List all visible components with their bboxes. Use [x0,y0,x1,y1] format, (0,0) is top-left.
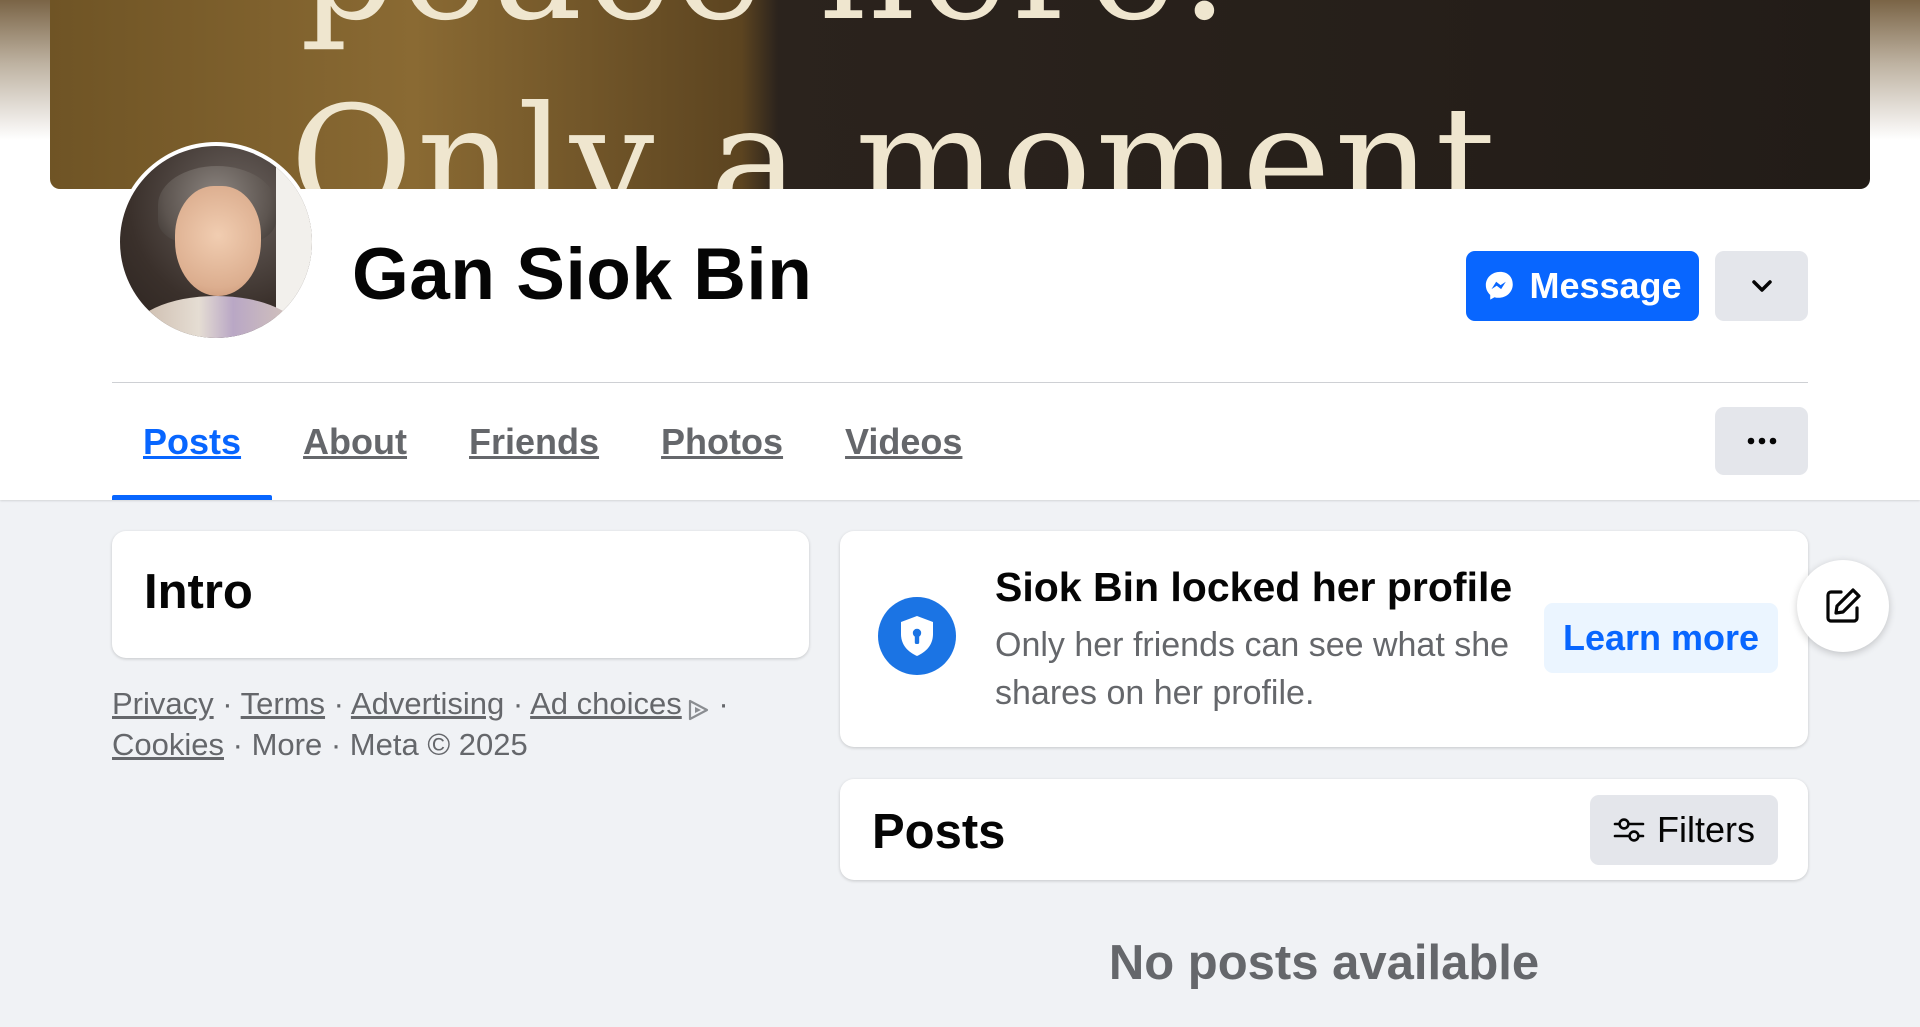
avatar[interactable] [116,142,316,342]
footer-more-link[interactable]: More [252,727,323,762]
footer-ad-choices-link[interactable]: Ad choices [530,686,710,721]
footer-separator: · [512,686,524,721]
profile-tabs: Posts About Friends Photos Videos [112,384,993,500]
footer-copyright: Meta © 2025 [349,727,528,762]
tab-photos[interactable]: Photos [630,384,814,500]
message-button-label: Message [1529,265,1682,306]
footer-separator: · [232,727,243,762]
sliders-icon [1613,818,1645,842]
intro-title: Intro [144,565,253,619]
shield-badge [878,597,956,675]
shield-lock-icon [901,616,933,656]
ad-choices-label: Ad choices [530,686,682,721]
footer-separator: · [333,686,344,721]
locked-profile-description: Only her friends can see what she shares… [995,626,1510,712]
profile-header: peace here. Only a moment Gan Siok Bin M… [0,0,1920,500]
messenger-icon [1486,271,1514,300]
message-button[interactable]: Message [1466,251,1699,321]
cover-text-line-1: peace here. [300,0,1232,54]
header-divider [112,382,1808,383]
cover-text-line-2: Only a moment [290,75,1500,189]
filters-label: Filters [1657,809,1755,850]
footer-separator: · [222,686,233,721]
no-posts-message: No posts available [1108,936,1540,990]
footer-links: Privacy · Terms · Advertising · Ad choic… [112,683,812,765]
locked-profile-title: Siok Bin locked her profile [995,564,1513,610]
footer-advertising-link[interactable]: Advertising [351,686,504,721]
tab-posts[interactable]: Posts [112,384,273,500]
footer-terms-link[interactable]: Terms [241,686,325,721]
edit-compose-button[interactable] [1797,560,1889,652]
locked-profile-card: Siok Bin locked her profile Only her fri… [840,531,1808,747]
more-actions-button[interactable] [1715,251,1808,321]
adchoices-icon [688,699,708,721]
footer-privacy-link[interactable]: Privacy [112,686,214,721]
posts-title: Posts [872,805,1006,859]
intro-card: Intro [112,531,809,658]
posts-card: Posts Filters [840,779,1808,880]
compose-edit-icon [1826,588,1861,623]
tab-videos[interactable]: Videos [814,384,993,500]
learn-more-button[interactable]: Learn more [1544,603,1778,673]
footer-separator: · [330,727,342,762]
tab-friends[interactable]: Friends [438,384,630,500]
avatar-photo [120,146,312,338]
profile-name: Gan Siok Bin [352,234,813,315]
filters-button[interactable]: Filters [1590,795,1778,865]
cover-photo[interactable]: peace here. Only a moment [50,0,1870,189]
tab-about[interactable]: About [272,384,438,500]
footer-separator: · [718,686,729,721]
chevron-down-icon [1751,280,1772,292]
footer-cookies-link[interactable]: Cookies [112,727,224,762]
more-dots-icon [1747,437,1776,445]
tabs-more-button[interactable] [1715,407,1808,475]
